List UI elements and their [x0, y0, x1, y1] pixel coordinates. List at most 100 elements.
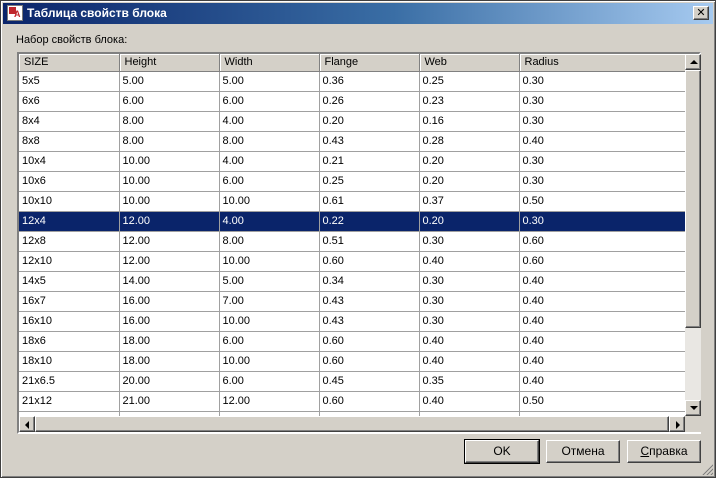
- horizontal-scroll-thumb[interactable]: [35, 416, 669, 432]
- table-cell-height[interactable]: 10.00: [119, 191, 220, 212]
- scroll-down-button[interactable]: [685, 400, 701, 416]
- table-cell-width[interactable]: 4.00: [219, 151, 320, 172]
- table-cell-width[interactable]: 12.00: [219, 391, 320, 412]
- table-cell-height[interactable]: 10.00: [119, 171, 220, 192]
- table-cell-flange[interactable]: 0.26: [319, 91, 420, 112]
- scroll-up-button[interactable]: [685, 54, 701, 70]
- table-cell-flange[interactable]: 0.60: [319, 251, 420, 272]
- table-cell-web[interactable]: 0.30: [419, 311, 520, 332]
- table-cell-radius[interactable]: 0.30: [519, 111, 685, 132]
- table-cell-web[interactable]: 0.40: [419, 351, 520, 372]
- table-cell-radius[interactable]: 0.40: [519, 331, 685, 352]
- table-cell-flange[interactable]: 0.60: [319, 391, 420, 412]
- table-cell-width[interactable]: 5.00: [219, 271, 320, 292]
- table-cell-web[interactable]: 0.37: [419, 191, 520, 212]
- column-header-size[interactable]: SIZE: [19, 54, 120, 72]
- table-row[interactable]: 16x10 16.00 10.00 0.43 0.30 0.40: [19, 311, 685, 332]
- table-cell-size[interactable]: 21x6.5: [19, 371, 120, 392]
- help-button[interactable]: Справка: [627, 440, 701, 463]
- column-header-flange[interactable]: Flange: [319, 54, 420, 72]
- table-cell-radius[interactable]: 0.30: [519, 151, 685, 172]
- table-cell-size[interactable]: 6x6: [19, 91, 120, 112]
- table-row[interactable]: 16x7 16.00 7.00 0.43 0.30 0.40: [19, 291, 685, 312]
- table-cell-width[interactable]: 4.00: [219, 111, 320, 132]
- table-cell-height[interactable]: 16.00: [119, 291, 220, 312]
- table-cell-height[interactable]: 20.00: [119, 371, 220, 392]
- table-cell-height[interactable]: 18.00: [119, 351, 220, 372]
- table-cell-web[interactable]: 0.20: [419, 171, 520, 192]
- table-cell-width[interactable]: 8.00: [219, 231, 320, 252]
- table-cell-width[interactable]: 10.00: [219, 311, 320, 332]
- table-cell-web[interactable]: 0.28: [419, 131, 520, 152]
- table-cell-flange[interactable]: 0.51: [319, 231, 420, 252]
- table-cell-height[interactable]: 18.00: [119, 331, 220, 352]
- table-cell-height[interactable]: 21.00: [119, 391, 220, 412]
- table-cell-width[interactable]: 6.00: [219, 331, 320, 352]
- table-row[interactable]: 8x4 8.00 4.00 0.20 0.16 0.30: [19, 111, 685, 132]
- vertical-scrollbar[interactable]: [685, 54, 701, 416]
- column-header-radius[interactable]: Radius: [519, 54, 685, 72]
- table-cell-radius[interactable]: 0.60: [519, 251, 685, 272]
- table-cell-height[interactable]: 8.00: [119, 111, 220, 132]
- table-row[interactable]: 18x10 18.00 10.00 0.60 0.40 0.40: [19, 351, 685, 372]
- table-cell-radius[interactable]: 0.40: [519, 311, 685, 332]
- table-cell-size[interactable]: 12x8: [19, 231, 120, 252]
- table-cell-web[interactable]: 0.40: [419, 251, 520, 272]
- table-cell-radius[interactable]: 0.40: [519, 131, 685, 152]
- table-cell-radius[interactable]: 0.30: [519, 211, 685, 232]
- table-cell-width[interactable]: 8.00: [219, 131, 320, 152]
- table-cell-flange[interactable]: 0.25: [319, 171, 420, 192]
- table-cell-size[interactable]: 21x12: [19, 391, 120, 412]
- table-row[interactable]: 8x8 8.00 8.00 0.43 0.28 0.40: [19, 131, 685, 152]
- table-row[interactable]: 5x5 5.00 5.00 0.36 0.25 0.30: [19, 71, 685, 92]
- table-cell-size[interactable]: 16x7: [19, 291, 120, 312]
- table-cell-web[interactable]: 0.40: [419, 331, 520, 352]
- table-cell-height[interactable]: 14.00: [119, 271, 220, 292]
- column-header-web[interactable]: Web: [419, 54, 520, 72]
- table-cell-size[interactable]: 8x8: [19, 131, 120, 152]
- table-cell-width[interactable]: 5.00: [219, 71, 320, 92]
- table-cell-flange[interactable]: 0.60: [319, 331, 420, 352]
- table-cell-web[interactable]: 0.20: [419, 151, 520, 172]
- table-cell-web[interactable]: 0.23: [419, 91, 520, 112]
- table-row[interactable]: 12x8 12.00 8.00 0.51 0.30 0.60: [19, 231, 685, 252]
- table-cell-size[interactable]: 8x4: [19, 111, 120, 132]
- table-cell-web[interactable]: 0.35: [419, 371, 520, 392]
- table-cell-height[interactable]: 12.00: [119, 211, 220, 232]
- scroll-right-button[interactable]: [669, 416, 685, 432]
- table-row[interactable]: 10x10 10.00 10.00 0.61 0.37 0.50: [19, 191, 685, 212]
- table-row[interactable]: 10x4 10.00 4.00 0.21 0.20 0.30: [19, 151, 685, 172]
- table-cell-web[interactable]: 0.25: [419, 71, 520, 92]
- table-cell-size[interactable]: 12x4: [19, 211, 120, 232]
- table-row[interactable]: 12x10 12.00 10.00 0.60 0.40 0.60: [19, 251, 685, 272]
- table-cell-radius[interactable]: 0.60: [519, 231, 685, 252]
- table-cell-radius[interactable]: 0.50: [519, 191, 685, 212]
- table-cell-flange[interactable]: 0.45: [319, 371, 420, 392]
- table-cell-web[interactable]: 0.40: [419, 391, 520, 412]
- table-cell-web[interactable]: 0.20: [419, 211, 520, 232]
- table-cell-flange[interactable]: 0.43: [319, 131, 420, 152]
- table-cell-web[interactable]: 0.30: [419, 291, 520, 312]
- table-cell-web[interactable]: 0.16: [419, 111, 520, 132]
- table-cell-flange[interactable]: 0.21: [319, 151, 420, 172]
- table-cell-radius[interactable]: 0.30: [519, 91, 685, 112]
- table-row[interactable]: 18x6 18.00 6.00 0.60 0.40 0.40: [19, 331, 685, 352]
- table-cell-width[interactable]: 10.00: [219, 191, 320, 212]
- table-cell-size[interactable]: 12x10: [19, 251, 120, 272]
- horizontal-scrollbar[interactable]: [19, 416, 685, 432]
- table-row[interactable]: 6x6 6.00 6.00 0.26 0.23 0.30: [19, 91, 685, 112]
- table-cell-height[interactable]: 5.00: [119, 71, 220, 92]
- table-cell-radius[interactable]: 0.40: [519, 291, 685, 312]
- close-button[interactable]: ✕: [693, 6, 709, 20]
- column-header-height[interactable]: Height: [119, 54, 220, 72]
- table-cell-radius[interactable]: 0.30: [519, 171, 685, 192]
- table-cell-size[interactable]: 16x10: [19, 311, 120, 332]
- table-row[interactable]: 10x6 10.00 6.00 0.25 0.20 0.30: [19, 171, 685, 192]
- table-cell-height[interactable]: 12.00: [119, 251, 220, 272]
- table-cell-flange[interactable]: 0.43: [319, 291, 420, 312]
- table-cell-width[interactable]: 10.00: [219, 351, 320, 372]
- table-cell-radius[interactable]: 0.50: [519, 391, 685, 412]
- table-cell-radius[interactable]: 0.40: [519, 271, 685, 292]
- table-cell-web[interactable]: 0.30: [419, 231, 520, 252]
- table-cell-flange[interactable]: 0.34: [319, 271, 420, 292]
